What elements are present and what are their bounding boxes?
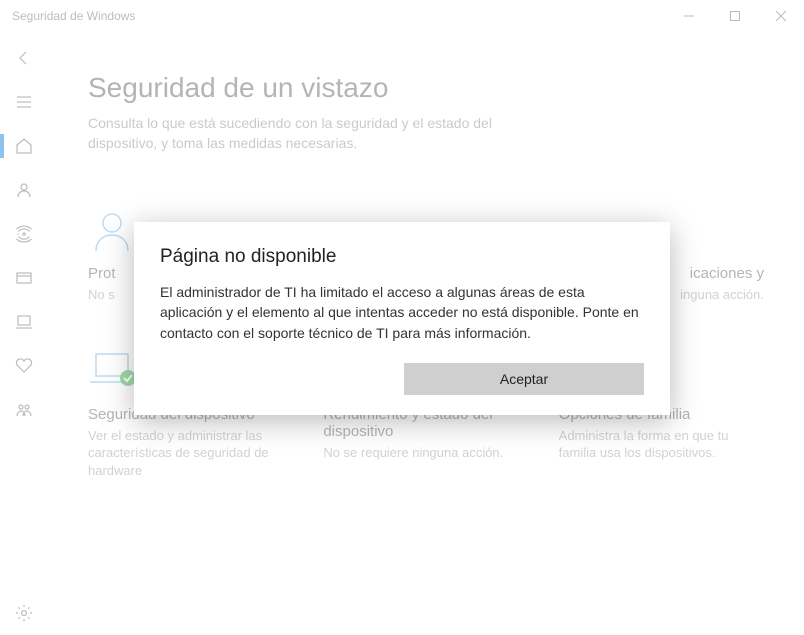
accept-button[interactable]: Aceptar [404,363,644,395]
modal-overlay: Página no disponible El administrador de… [0,0,804,635]
dialog-title: Página no disponible [160,246,644,268]
page-unavailable-dialog: Página no disponible El administrador de… [134,222,670,415]
dialog-body: El administrador de TI ha limitado el ac… [160,282,644,343]
